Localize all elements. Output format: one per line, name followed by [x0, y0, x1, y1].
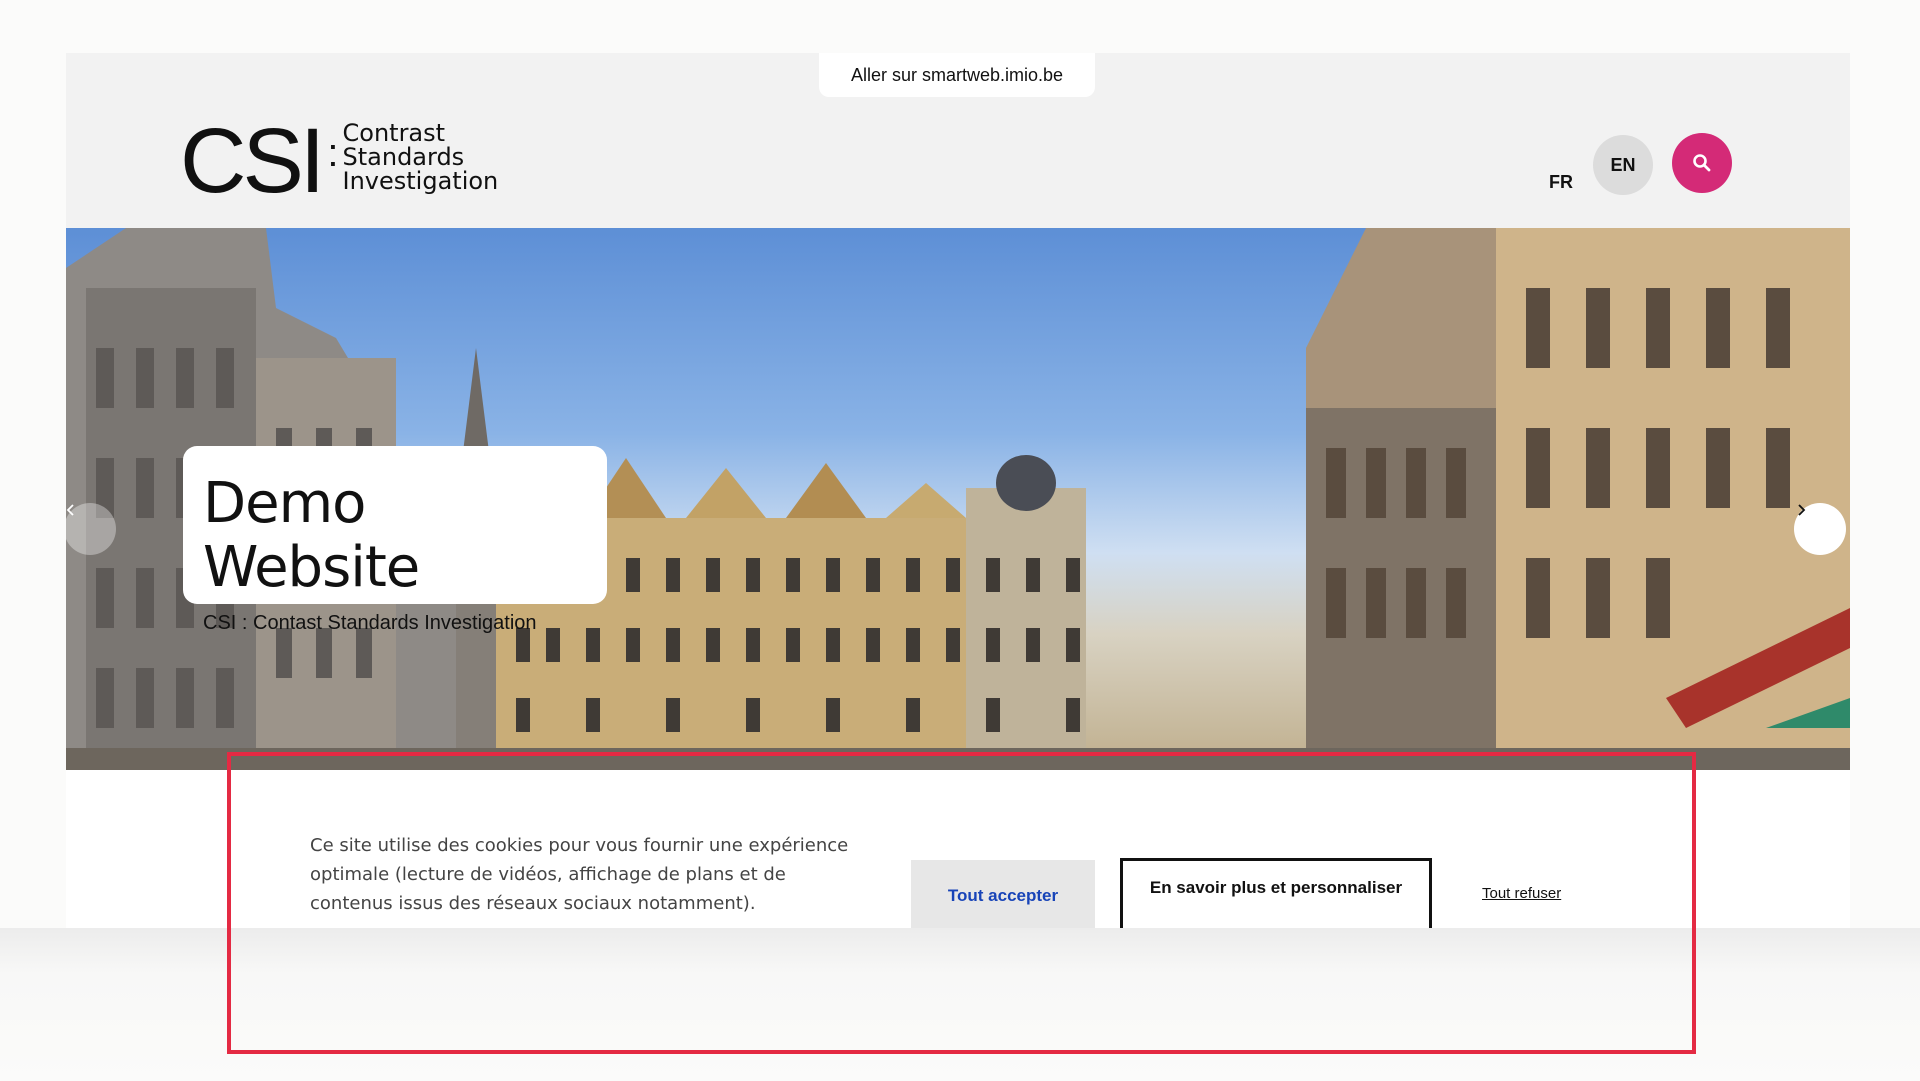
logo-line: Contrast [342, 119, 446, 147]
search-icon [1693, 154, 1711, 172]
hero-caption-card: Demo Website CSI : Contast Standards Inv… [183, 446, 607, 634]
hero-subtitle: CSI : Contast Standards Investigation [203, 612, 537, 634]
skip-link[interactable]: Aller sur smartweb.imio.be [819, 53, 1095, 97]
language-en-button[interactable]: EN [1593, 135, 1653, 195]
logo-line: Standards [342, 143, 465, 171]
chevron-right-icon [1798, 504, 1806, 516]
logo-text: Contrast Standards Investigation [343, 121, 499, 193]
search-button[interactable] [1672, 133, 1732, 193]
logo-mark: CSI [180, 110, 325, 212]
highlight-box [227, 752, 1696, 1054]
language-fr-button[interactable]: FR [1532, 153, 1590, 211]
chevron-left-icon [66, 504, 74, 516]
hero-carousel: Demo Website CSI : Contast Standards Inv… [66, 228, 1850, 770]
carousel-next-button[interactable] [1794, 503, 1846, 555]
logo-line: Investigation [342, 167, 499, 195]
carousel-prev-button[interactable] [66, 503, 116, 555]
logo-colon: : [327, 131, 339, 175]
hero-title: Demo Website [203, 471, 420, 600]
site-logo[interactable]: CSI : Contrast Standards Investigation [180, 110, 499, 212]
